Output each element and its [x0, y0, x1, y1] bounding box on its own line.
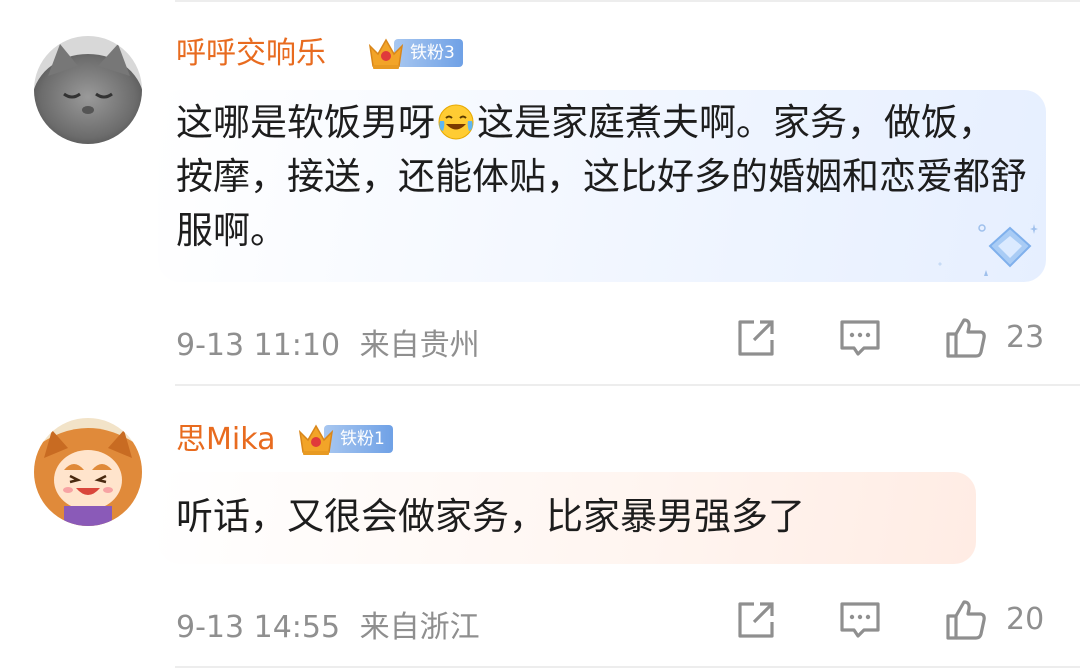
- thumbs-up-icon[interactable]: [944, 598, 988, 642]
- thumbs-up-icon[interactable]: [944, 316, 988, 360]
- comment-location: 来自浙江: [359, 610, 480, 645]
- share-icon[interactable]: [734, 316, 778, 360]
- comment-icon[interactable]: [838, 598, 882, 642]
- comment-icon[interactable]: [838, 316, 882, 360]
- comment-meta: 9-13 11:10 来自贵州: [176, 320, 480, 364]
- comment-text: 听话，又很会做家务，比家暴男强多了: [176, 495, 805, 538]
- bottom-divider: [175, 666, 1080, 668]
- crown-icon: [298, 424, 334, 455]
- avatar[interactable]: [34, 418, 142, 526]
- comment-item: 思Mika 铁粉1 听话，又很会做家务，比家暴男强多了 9-13 14:55 来…: [0, 386, 1080, 666]
- comment-bubble[interactable]: 听话，又很会做家务，比家暴男强多了: [158, 472, 976, 564]
- like-count: 20: [1006, 602, 1045, 637]
- avatar[interactable]: [34, 36, 142, 144]
- like-count: 23: [1006, 320, 1045, 355]
- comment-meta: 9-13 14:55 来自浙江: [176, 602, 480, 646]
- comment-location: 来自贵州: [359, 328, 480, 363]
- username[interactable]: 呼呼交响乐: [176, 36, 326, 72]
- fan-badge[interactable]: 铁粉3: [366, 34, 463, 72]
- comment-text-part: 这哪是软饭男呀: [176, 101, 435, 144]
- crown-icon: [368, 38, 404, 69]
- fan-badge[interactable]: 铁粉1: [296, 420, 393, 458]
- comment-time: 9-13 11:10: [176, 328, 341, 363]
- username[interactable]: 思Mika: [176, 422, 275, 458]
- comment-bubble[interactable]: 这哪是软饭男呀 这是家庭煮夫啊。家务，做饭，按摩，接送，还能体贴，这比好多的婚姻和…: [158, 90, 1046, 282]
- diamond-decoration-icon: [938, 224, 1038, 276]
- share-icon[interactable]: [734, 598, 778, 642]
- comment-item: 呼呼交响乐 铁粉3 这哪是软饭男呀 这是家庭煮夫啊。家务，做饭，按摩，接送，还能体…: [0, 0, 1080, 384]
- laugh-cry-emoji-icon: [438, 104, 474, 140]
- comment-time: 9-13 14:55: [176, 610, 341, 645]
- comment-text: 这哪是软饭男呀 这是家庭煮夫啊。家务，做饭，按摩，接送，还能体贴，这比好多的婚姻和…: [176, 96, 1028, 258]
